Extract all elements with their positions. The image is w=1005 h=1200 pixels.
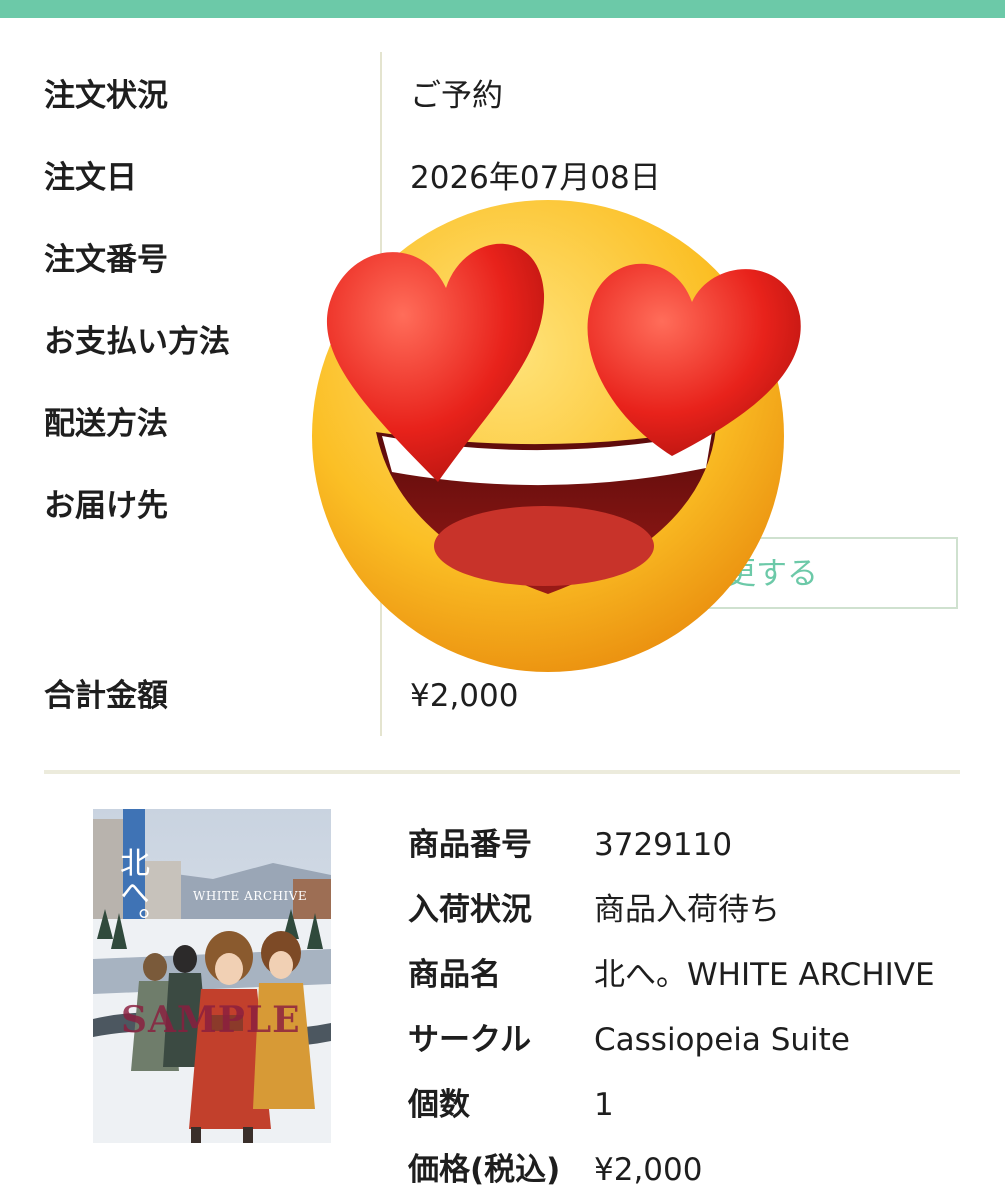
product-number-value: 3729110 bbox=[594, 827, 733, 863]
stock-status-value: 商品入荷待ち bbox=[594, 892, 780, 928]
product-number-label: 商品番号 bbox=[408, 827, 532, 863]
total-amount-label: 合計金額 bbox=[44, 678, 168, 714]
order-date-value: 2026年07月08日 bbox=[410, 160, 661, 196]
cover-title: 北へ。 bbox=[114, 847, 149, 937]
stock-status-label: 入荷状況 bbox=[408, 892, 532, 928]
heart-eyes-emoji-icon bbox=[312, 200, 801, 672]
cover-subtitle: WHITE ARCHIVE bbox=[193, 889, 308, 903]
top-accent-bar bbox=[0, 0, 1005, 18]
shipping-method-label: 配送方法 bbox=[44, 406, 168, 442]
delivery-address-label: お届け先 bbox=[44, 488, 168, 524]
price-value: ¥2,000 bbox=[594, 1152, 703, 1188]
order-date-label: 注文日 bbox=[44, 160, 137, 196]
order-status-value: ご予約 bbox=[410, 78, 503, 114]
sample-watermark: SAMPLE bbox=[121, 999, 301, 1041]
payment-method-label: お支払い方法 bbox=[44, 324, 230, 360]
product-name-label: 商品名 bbox=[408, 957, 501, 993]
section-divider bbox=[44, 770, 960, 774]
order-number-label: 注文番号 bbox=[44, 242, 168, 278]
product-name-value[interactable]: 北へ。WHITE ARCHIVE bbox=[594, 955, 935, 995]
circle-value[interactable]: Cassiopeia Suite bbox=[594, 1020, 850, 1060]
price-label: 価格(税込) bbox=[408, 1152, 561, 1188]
quantity-label: 個数 bbox=[408, 1087, 470, 1123]
quantity-value: 1 bbox=[594, 1087, 614, 1123]
circle-label: サークル bbox=[408, 1022, 532, 1058]
product-cover-image[interactable]: 北へ。 WHITE ARCHIVE SAMPLE bbox=[93, 809, 331, 1143]
order-status-label: 注文状況 bbox=[44, 78, 168, 114]
